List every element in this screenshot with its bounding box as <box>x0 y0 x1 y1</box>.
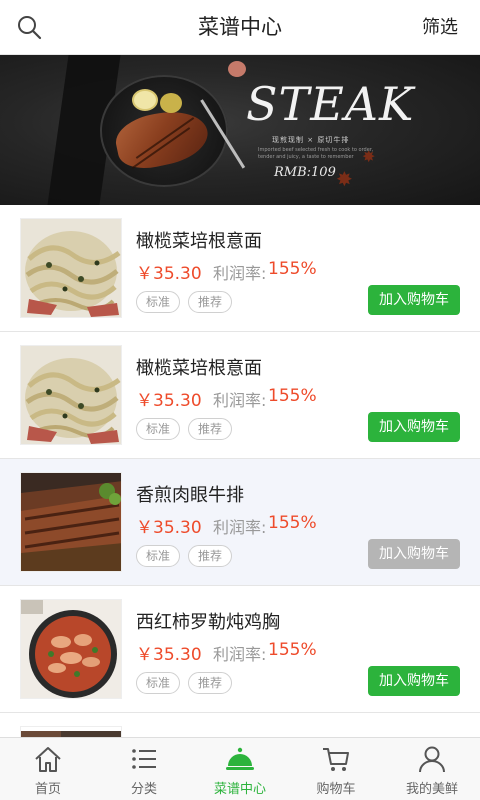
tag-standard: 标准 <box>136 291 181 313</box>
filter-button[interactable]: 筛选 <box>422 0 458 55</box>
recipe-item[interactable]: 香煎肉眼牛排 ￥35.30 利润率: 155% 标准 推荐 加入购物车 <box>0 459 480 586</box>
profit-label: 利润率: <box>213 391 267 410</box>
banner-subtitle: 现煎现制 × 原切牛排 <box>272 136 350 144</box>
add-to-cart-button[interactable]: 加入购物车 <box>368 666 460 696</box>
add-to-cart-button[interactable]: 加入购物车 <box>368 539 460 569</box>
banner-garlic-image <box>228 61 246 77</box>
cart-icon <box>323 748 349 771</box>
banner-price: RMB:109 <box>274 165 336 180</box>
recipe-price: ￥35.30 <box>136 391 202 411</box>
user-icon <box>419 746 445 773</box>
recipe-item[interactable]: 西红柿罗勒炖鸡胸 ￥35.30 利润率: 155% 标准 推荐 加入购物车 <box>0 586 480 713</box>
recipe-name: 橄榄菜培根意面 <box>136 231 262 252</box>
add-to-cart-button[interactable]: 加入购物车 <box>368 285 460 315</box>
tab-recipe-center[interactable]: 菜谱中心 <box>192 738 288 800</box>
recipe-name: 西红柿罗勒炖鸡胸 <box>136 612 280 633</box>
banner-fine-print: Imported beef selected fresh to cook to … <box>258 147 374 160</box>
recipe-price: ￥35.30 <box>136 264 202 284</box>
profit-label: 利润率: <box>213 518 267 537</box>
recipe-name: 橄榄菜培根意面 <box>136 358 262 379</box>
tab-cart[interactable]: 购物车 <box>288 738 384 800</box>
profit-label: 利润率: <box>213 645 267 664</box>
tab-label: 分类 <box>130 782 157 797</box>
profit-label: 利润率: <box>213 264 267 283</box>
banner-anise-icon: ✸ <box>336 167 353 191</box>
profit-value: 155% <box>268 259 317 279</box>
tab-label: 购物车 <box>316 782 356 797</box>
profit-value: 155% <box>268 513 317 533</box>
recipe-item-partial[interactable] <box>0 713 480 737</box>
recipe-thumbnail <box>20 345 122 445</box>
top-bar: 菜谱中心 筛选 <box>0 0 480 55</box>
home-icon <box>35 747 61 772</box>
add-to-cart-button[interactable]: 加入购物车 <box>368 412 460 442</box>
recipe-price: ￥35.30 <box>136 645 202 665</box>
profit-value: 155% <box>268 640 317 660</box>
recipe-thumbnail <box>20 599 122 699</box>
tag-standard: 标准 <box>136 545 181 567</box>
tag-recommended: 推荐 <box>188 418 233 440</box>
recipe-item[interactable]: 橄榄菜培根意面 ￥35.30 利润率: 155% 标准 推荐 加入购物车 <box>0 332 480 459</box>
tab-label: 我的美鲜 <box>405 782 458 797</box>
tab-home[interactable]: 首页 <box>0 738 96 800</box>
tab-label: 首页 <box>34 782 61 797</box>
tag-recommended: 推荐 <box>188 291 233 313</box>
recipe-thumbnail <box>20 218 122 318</box>
banner-lemon-image <box>132 89 158 111</box>
recipe-thumbnail <box>20 726 122 737</box>
tag-standard: 标准 <box>136 418 181 440</box>
tab-category[interactable]: 分类 <box>96 738 192 800</box>
tab-my-account[interactable]: 我的美鲜 <box>384 738 480 800</box>
bottom-tab-bar: 首页 分类 菜谱中心 购物车 我的美鲜 <box>0 737 480 800</box>
recipe-thumbnail <box>20 472 122 572</box>
recipe-name: 香煎肉眼牛排 <box>136 485 244 506</box>
recipe-price: ￥35.30 <box>136 518 202 538</box>
recipe-item[interactable]: 橄榄菜培根意面 ￥35.30 利润率: 155% 标准 推荐 加入购物车 <box>0 205 480 332</box>
tag-recommended: 推荐 <box>188 545 233 567</box>
page-title: 菜谱中心 <box>198 15 282 39</box>
list-icon <box>132 749 156 769</box>
tab-label: 菜谱中心 <box>213 782 266 797</box>
cloche-icon <box>226 747 254 770</box>
tag-recommended: 推荐 <box>188 672 233 694</box>
banner-lemon-image <box>160 93 182 113</box>
banner-headline: STEAK <box>246 77 415 131</box>
promo-banner[interactable]: ✸ ✸ STEAK 现煎现制 × 原切牛排 Imported beef sele… <box>0 55 480 205</box>
tag-standard: 标准 <box>136 672 181 694</box>
profit-value: 155% <box>268 386 317 406</box>
